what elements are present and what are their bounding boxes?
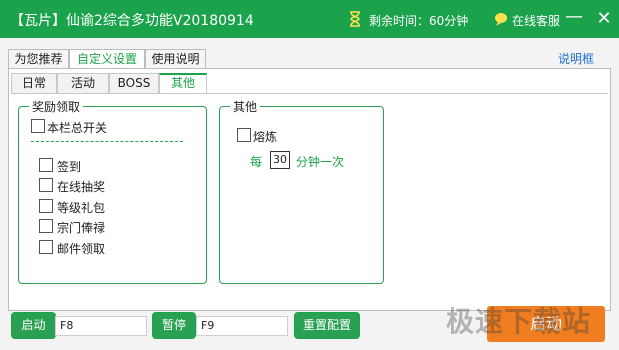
online-lottery-checkbox[interactable] <box>39 178 53 192</box>
smelt-checkbox[interactable] <box>237 128 251 142</box>
help-box-link[interactable]: 说明框 <box>558 50 594 67</box>
other-group-title: 其他 <box>230 98 261 115</box>
divider <box>31 141 183 142</box>
other-group: 其他 熔炼 每 30 分钟一次 <box>219 98 384 284</box>
mail-claim-checkbox[interactable] <box>39 240 53 254</box>
pause-hotkey-button[interactable]: 暂停 <box>152 312 196 339</box>
tab-instructions[interactable]: 使用说明 <box>145 49 206 69</box>
master-switch-checkbox[interactable] <box>31 119 45 133</box>
reset-config-button[interactable]: 重置配置 <box>294 312 360 339</box>
launch-button[interactable]: 启动 <box>487 306 605 342</box>
smelt-interval-input[interactable]: 30 <box>270 151 290 169</box>
sect-salary-checkbox[interactable] <box>39 219 53 233</box>
start-hotkey-field[interactable]: F8 <box>55 316 147 336</box>
every-prefix: 每 <box>250 155 263 169</box>
start-hotkey-button[interactable]: 启动 <box>11 312 56 339</box>
tab-recommend[interactable]: 为您推荐 <box>8 49 69 69</box>
sign-in-checkbox[interactable] <box>39 158 53 172</box>
chat-bubble-icon[interactable] <box>493 11 509 27</box>
master-switch-label: 本栏总开关 <box>47 121 108 135</box>
rewards-group: 奖励领取 本栏总开关 签到 在线抽奖 等级礼包 宗门俸禄 邮件领取 <box>18 98 207 284</box>
main-area: 为您推荐 自定义设置 使用说明 说明框 日常 活动 BOSS 其他 奖励领取 本… <box>0 38 619 350</box>
tab-boss[interactable]: BOSS <box>109 73 159 93</box>
online-service-link[interactable]: 在线客服 <box>512 12 560 29</box>
online-lottery-label: 在线抽奖 <box>57 180 106 194</box>
every-suffix: 分钟一次 <box>296 155 345 169</box>
tab-content: 奖励领取 本栏总开关 签到 在线抽奖 等级礼包 宗门俸禄 邮件领取 其他 熔炼 … <box>11 93 608 307</box>
tab-activity[interactable]: 活动 <box>57 73 109 93</box>
title-bar: 【瓦片】仙谕2综合多功能V20180914 剩余时间：60分钟 在线客服 — ✕ <box>0 0 619 38</box>
level-gift-checkbox[interactable] <box>39 199 53 213</box>
tab-daily[interactable]: 日常 <box>11 73 57 93</box>
window-title: 【瓦片】仙谕2综合多功能V20180914 <box>10 13 254 29</box>
level-gift-label: 等级礼包 <box>57 201 106 215</box>
remaining-time: 剩余时间：60分钟 <box>369 14 469 28</box>
pause-hotkey-field[interactable]: F9 <box>196 316 288 336</box>
rewards-group-title: 奖励领取 <box>29 98 84 115</box>
hourglass-icon <box>350 11 360 27</box>
tab-other[interactable]: 其他 <box>159 73 207 94</box>
mail-claim-label: 邮件领取 <box>57 242 106 256</box>
sign-in-label: 签到 <box>57 160 82 174</box>
sect-salary-label: 宗门俸禄 <box>57 221 106 235</box>
close-button[interactable]: ✕ <box>590 5 618 33</box>
smelt-label: 熔炼 <box>253 130 278 144</box>
tab-custom-settings[interactable]: 自定义设置 <box>69 49 145 70</box>
minimize-button[interactable]: — <box>560 5 588 33</box>
settings-panel: 日常 活动 BOSS 其他 奖励领取 本栏总开关 签到 在线抽奖 等级礼包 宗门… <box>8 68 611 311</box>
